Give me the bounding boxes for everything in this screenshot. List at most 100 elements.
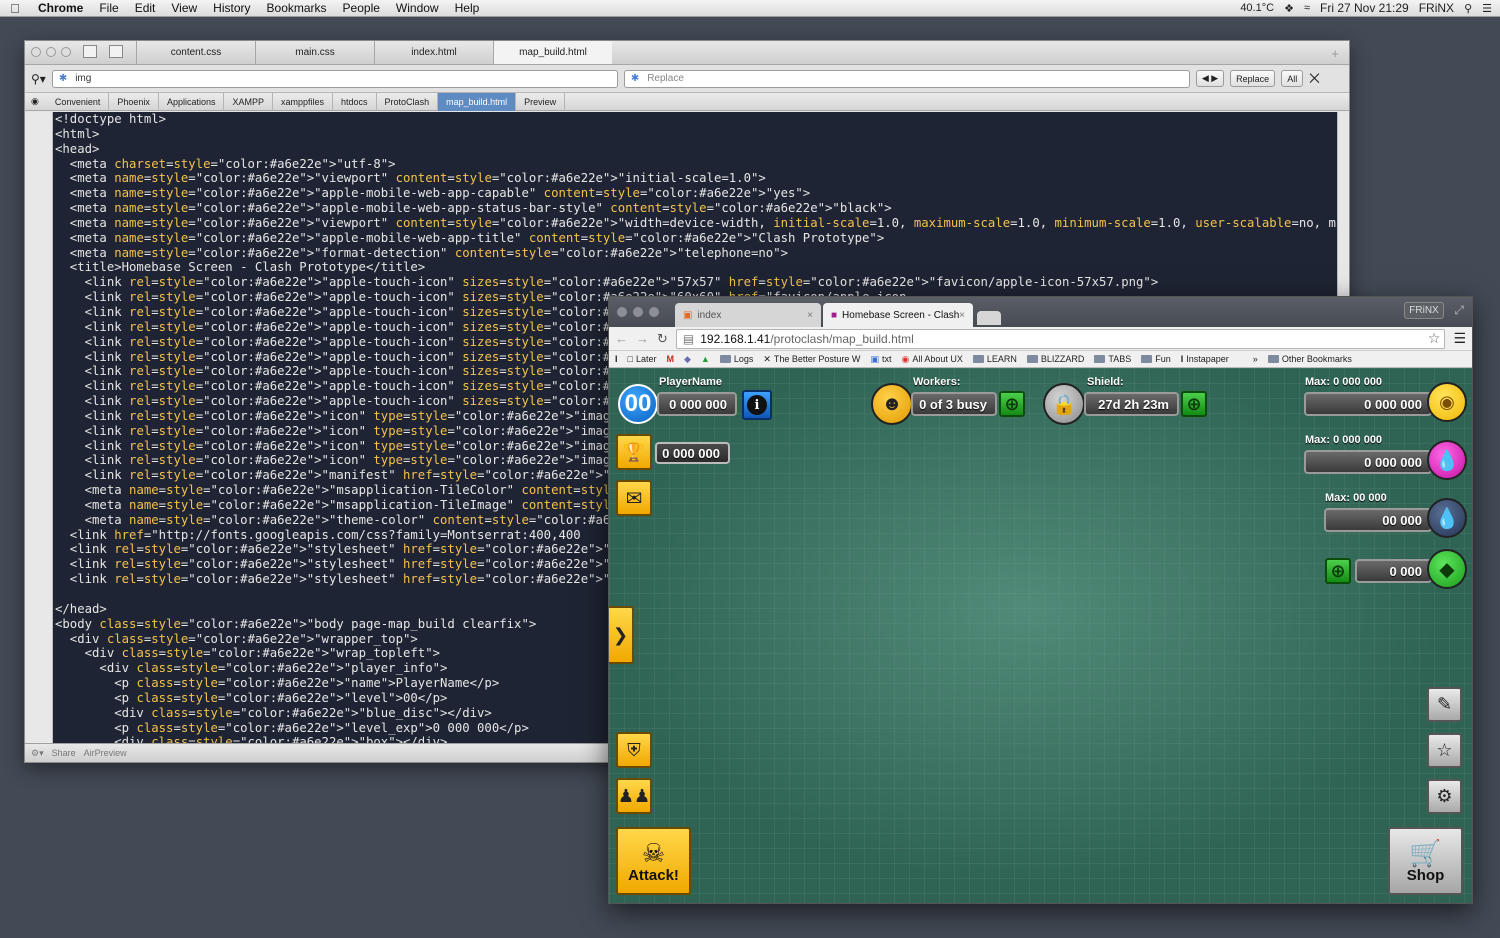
attack-button[interactable]: ☠ Attack!	[616, 827, 691, 895]
tab-list-icon[interactable]	[109, 45, 123, 58]
crumb-convenient[interactable]: Convenient	[47, 92, 110, 111]
browser-tab-homebase[interactable]: ■ Homebase Screen - Clash ×	[823, 303, 973, 327]
extension-icon[interactable]: ◆	[684, 354, 696, 365]
close-window-button[interactable]	[31, 47, 41, 57]
bookmark-tabs[interactable]: TABS	[1094, 354, 1136, 364]
mail-button[interactable]: ✉	[616, 480, 652, 516]
bookmark-star-icon[interactable]: ☆	[1428, 330, 1441, 347]
bookmark-blizzard[interactable]: BLIZZARD	[1026, 354, 1090, 364]
trophy-button[interactable]: 🏆	[616, 434, 652, 470]
edit-layout-button[interactable]: ✎	[1427, 687, 1462, 722]
browser-minimize-button[interactable]	[633, 307, 643, 317]
player-level-disc[interactable]: 00	[618, 384, 658, 424]
zoom-window-button[interactable]	[61, 47, 71, 57]
crumb-applications[interactable]: Applications	[159, 92, 225, 111]
back-icon[interactable]: ←	[615, 331, 628, 346]
share-button[interactable]: Share	[52, 748, 76, 758]
bookmark-txt[interactable]: ▣ txt	[870, 354, 896, 365]
crumb-xampp[interactable]: XAMPP	[224, 92, 273, 111]
replace-regex-icon[interactable]: ✱	[631, 73, 639, 84]
notification-center-icon[interactable]: ☰	[1482, 2, 1492, 15]
bookmark-logs[interactable]: Logs	[719, 354, 759, 364]
find-previous-next[interactable]: ◀ ▶	[1195, 70, 1225, 87]
temperature-status[interactable]: 40.1°C	[1240, 2, 1274, 14]
code-line[interactable]: <link rel=style="color:#a6e22e">"apple-t…	[53, 275, 1338, 290]
menu-bookmarks[interactable]: Bookmarks	[259, 1, 335, 15]
favorites-button[interactable]: ☆	[1427, 733, 1462, 768]
code-line[interactable]: <meta name=style="color:#a6e22e">"apple-…	[53, 231, 1338, 246]
spotlight-icon[interactable]: ⚲	[1464, 2, 1472, 15]
tab-map-build-html[interactable]: map_build.html	[493, 41, 612, 64]
wifi-icon[interactable]: ≈	[1304, 2, 1310, 14]
code-line[interactable]: <meta charset=style="color:#a6e22e">"utf…	[53, 157, 1338, 172]
other-bookmarks[interactable]: Other Bookmarks	[1267, 354, 1357, 364]
regex-icon[interactable]: ✱	[59, 73, 67, 84]
new-tab-button[interactable]	[977, 311, 1001, 325]
tab-content-css[interactable]: content.css	[136, 41, 255, 64]
browser-tab-index[interactable]: ▣ index ×	[675, 303, 821, 327]
airpreview-button[interactable]: AirPreview	[84, 748, 127, 758]
bookmarks-overflow-icon[interactable]: »	[1253, 354, 1263, 364]
apple-icon[interactable]: 	[0, 1, 30, 16]
close-tab-icon[interactable]: ×	[807, 310, 813, 321]
code-line[interactable]: <!doctype html>	[53, 112, 1338, 127]
social-button[interactable]: ♟♟	[616, 778, 652, 814]
expand-panel-button[interactable]: ❯	[609, 606, 634, 664]
user-name[interactable]: FRiNX	[1419, 1, 1454, 15]
crumb-map-build-html[interactable]: map_build.html	[438, 92, 517, 111]
code-line[interactable]: <meta name=style="color:#a6e22e">"apple-…	[53, 201, 1338, 216]
forward-icon[interactable]: →	[636, 331, 649, 346]
menu-edit[interactable]: Edit	[127, 1, 164, 15]
chrome-menu-icon[interactable]: ☰	[1453, 330, 1466, 347]
bookmark-ux[interactable]: ◉ All About UX	[901, 354, 967, 365]
close-find-icon[interactable]: ⨉	[1309, 71, 1319, 87]
menu-help[interactable]: Help	[447, 1, 488, 15]
clock[interactable]: Fri 27 Nov 21:29	[1320, 1, 1409, 15]
clan-button[interactable]: ⛨	[616, 732, 652, 768]
sidebar-toggle-icon[interactable]	[83, 45, 97, 58]
close-active-tab-icon[interactable]: ×	[959, 310, 965, 321]
reload-icon[interactable]: ↻	[657, 331, 668, 347]
profile-button[interactable]: FRiNX	[1404, 302, 1444, 319]
replace-all-button[interactable]: All	[1281, 70, 1304, 87]
bookmark-posture[interactable]: ✕ The Better Posture W	[763, 354, 865, 365]
crumb-preview[interactable]: Preview	[516, 92, 566, 111]
code-line[interactable]: <meta name=style="color:#a6e22e">"apple-…	[53, 186, 1338, 201]
bookmark-learn[interactable]: LEARN	[972, 354, 1022, 364]
buy-gems-button[interactable]: ⊕	[1325, 558, 1351, 584]
code-line[interactable]: <html>	[53, 127, 1338, 142]
browser-zoom-button[interactable]	[649, 307, 659, 317]
tab-index-html[interactable]: index.html	[374, 41, 493, 64]
drive-icon[interactable]: ▲	[701, 354, 715, 364]
player-info-button[interactable]: i	[742, 390, 772, 420]
minimize-window-button[interactable]	[46, 47, 56, 57]
crumb-protoclash[interactable]: ProtoClash	[377, 92, 439, 111]
menu-file[interactable]: File	[91, 1, 126, 15]
code-line[interactable]: <meta name=style="color:#a6e22e">"viewpo…	[53, 171, 1338, 186]
settings-button[interactable]: ⚙	[1427, 779, 1462, 814]
menu-people[interactable]: People	[335, 1, 388, 15]
browser-close-button[interactable]	[617, 307, 627, 317]
bookmark-instapaper[interactable]: I Instapaper	[1181, 354, 1234, 364]
crumb-phoenix[interactable]: Phoenix	[109, 92, 159, 111]
game-homebase-screen[interactable]: 00 PlayerName 0 000 000 i 🏆 0 000 000 ✉ …	[609, 368, 1472, 903]
path-icon[interactable]: ◉	[31, 96, 47, 107]
add-shield-button[interactable]: ⊕	[1181, 391, 1207, 417]
menu-app[interactable]: Chrome	[30, 1, 91, 15]
gear-icon[interactable]: ⚙▾	[31, 748, 44, 759]
crumb-xamppfiles[interactable]: xamppfiles	[273, 92, 334, 111]
dropbox-icon[interactable]: ❖	[1284, 2, 1294, 15]
replace-button[interactable]: Replace	[1230, 70, 1276, 87]
replace-input[interactable]: ✱ Replace	[623, 69, 1190, 88]
search-icon[interactable]: ⚲▾	[31, 72, 46, 86]
menu-window[interactable]: Window	[388, 1, 447, 15]
shop-button[interactable]: 🛒 Shop	[1388, 827, 1463, 895]
code-line[interactable]: <meta name=style="color:#a6e22e">"format…	[53, 246, 1338, 261]
address-bar[interactable]: ▤ 192.168.1.41/protoclash/map_build.html…	[675, 328, 1446, 349]
tab-main-css[interactable]: main.css	[255, 41, 374, 64]
fullscreen-icon[interactable]: ⤢	[1454, 303, 1464, 318]
instapaper-icon[interactable]: I	[615, 354, 623, 364]
gmail-icon[interactable]: M	[666, 354, 679, 364]
menu-view[interactable]: View	[163, 1, 205, 15]
menu-history[interactable]: History	[205, 1, 258, 15]
